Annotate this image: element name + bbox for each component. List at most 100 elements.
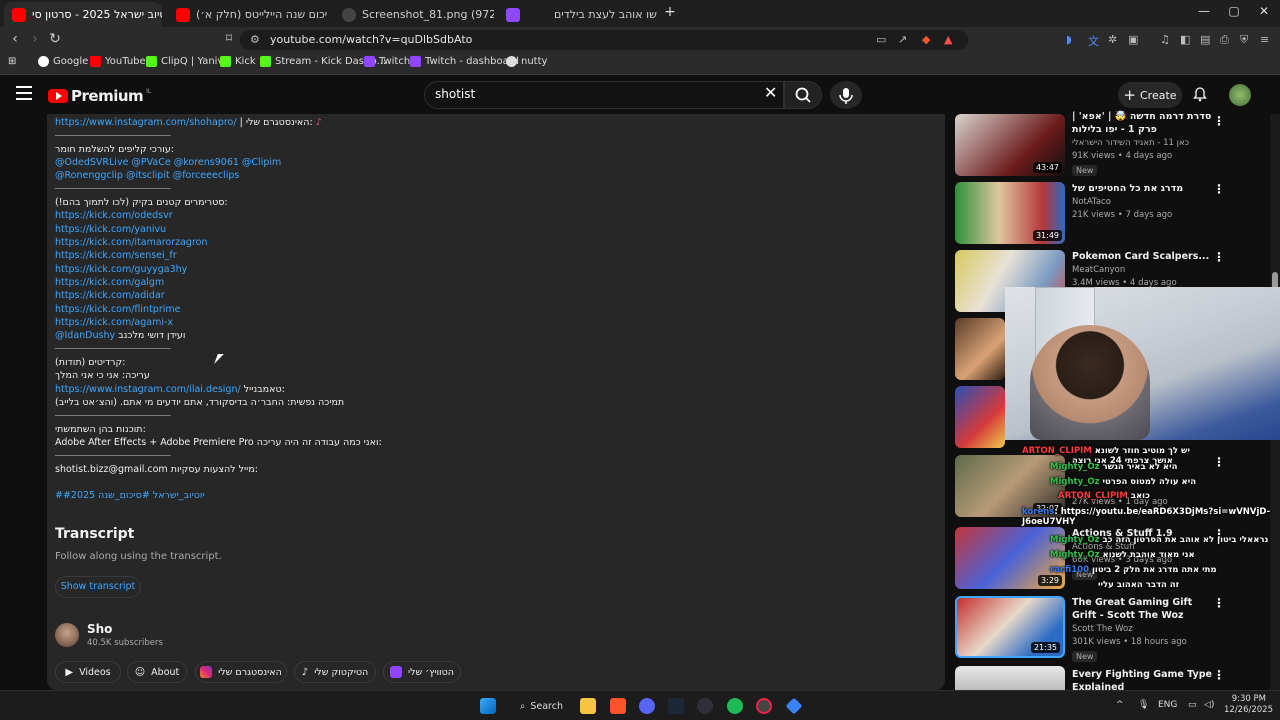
close-window-icon[interactable]: ✕ [1254,4,1274,18]
spotify-icon[interactable] [727,698,743,714]
kick-link[interactable]: https://kick.com/agami-x [55,317,173,329]
discord-icon[interactable] [639,698,655,714]
bookmark-twitch[interactable]: Twitch [364,56,410,67]
tab-youtube-2025[interactable]: יוטיוב ישראל 2025 - סרטון סי ✕ [4,2,162,27]
search-input[interactable] [435,87,735,101]
channel-about-button[interactable]: ☺ About [127,661,187,683]
related-thumbnail[interactable]: 43:47 [955,114,1065,176]
media-icon[interactable]: ♫ [1160,33,1170,46]
bookmark-youtube[interactable]: YouTube [90,56,146,67]
bookmark-google[interactable]: Google [38,56,88,67]
clip-editors-links-1[interactable]: @OdedSVRLive @PVaCe @korens9061 @Clipim [55,157,281,169]
related-thumbnail[interactable]: 3:29 [955,527,1065,589]
related-thumbnail[interactable] [955,666,1065,690]
more-options-icon[interactable]: ⋮ [1213,596,1225,610]
search-button[interactable] [784,81,822,109]
related-channel[interactable]: MeatCanyon [1072,265,1125,275]
more-options-icon[interactable]: ⋮ [1213,668,1225,682]
related-thumbnail[interactable]: 31:49 [955,182,1065,244]
related-title[interactable]: סדרת דרמה חדשה 🤯 | 'אפא' | פרק 1 - יפו ב… [1072,110,1212,136]
wallet-icon[interactable]: ▤ [1200,33,1210,46]
panel-icon[interactable]: ◧ [1180,33,1190,46]
bookmark-clipq[interactable]: ClipQ | Yanivu [146,56,230,67]
bookmark-icon[interactable]: ⌑ [220,31,238,45]
menu-icon[interactable]: ≡ [1260,33,1269,46]
forward-icon[interactable]: › [26,31,44,47]
steam-icon[interactable] [668,698,684,714]
new-tab-icon[interactable]: + [660,4,680,20]
youtube-premium-logo[interactable]: Premium IL [48,87,151,105]
related-title[interactable]: Pokemon Card Scalpers... [1072,250,1212,263]
extension-icon[interactable]: ◗ [1066,33,1072,46]
url-field[interactable]: youtube.com/watch?v=quDlbSdbAto [240,30,968,50]
channel-tiktok-button[interactable]: ♪ הטיקטוק שלי [294,661,376,683]
clear-search-icon[interactable]: ✕ [764,83,777,102]
brave-rewards-icon[interactable]: ▲ [944,33,952,46]
brave-browser-icon[interactable] [610,698,626,714]
language-indicator[interactable]: ENG [1158,700,1177,710]
file-explorer-icon[interactable] [580,698,596,714]
kick-link[interactable]: https://kick.com/adidar [55,290,165,302]
bookmark-kick[interactable]: Kick [220,56,256,67]
related-thumbnail[interactable]: 21:35 [955,596,1065,658]
hamburger-menu-icon[interactable] [16,86,32,104]
kick-link[interactable]: https://kick.com/odedsvr [55,210,173,222]
clip-editors-links-2[interactable]: @Ronenggclip @itsclipit @forceeeclips [55,170,239,182]
microphone-icon[interactable]: 🎙 [1138,700,1149,710]
share-icon[interactable]: ↗ [898,33,907,46]
channel-name[interactable]: Sho [87,622,112,636]
sidebar-icon[interactable]: ▣ [1128,33,1138,46]
related-title[interactable]: מדרג את כל החטיפים של יוטיוברים [1072,182,1212,195]
restore-icon[interactable]: ▢ [1224,4,1244,18]
apps-icon[interactable]: ⊞ [8,56,16,67]
downloads-icon[interactable]: ⎙ [1220,33,1229,47]
app-icon[interactable] [785,697,803,715]
translate-icon[interactable]: 文 [1088,33,1099,49]
related-thumbnail[interactable] [955,386,1005,448]
related-title[interactable]: The Great Gaming Gift Grift - Scott The … [1072,596,1212,622]
taskbar-search-button[interactable]: ⌕ Search [510,696,566,716]
bookmark-twitch-dashboard[interactable]: Twitch - dashboard [410,56,519,67]
voice-search-button[interactable] [830,81,862,109]
kick-link[interactable]: https://kick.com/galgm [55,277,164,289]
more-options-icon[interactable]: ⋮ [1213,182,1225,196]
brave-shield-icon[interactable]: ◆ [922,33,930,46]
kick-link[interactable]: https://kick.com/yanivu [55,224,166,236]
cast-icon[interactable]: ▭ [876,33,886,46]
kick-link[interactable]: https://kick.com/itamarorzagron [55,237,207,249]
app-icon[interactable] [756,698,772,714]
kick-link[interactable]: https://kick.com/sensei_fr [55,250,177,262]
volume-icon[interactable]: ◁) [1204,700,1214,710]
network-icon[interactable]: ▭ [1188,700,1197,710]
idan-handle-link[interactable]: @IdanDushy [55,330,115,341]
show-transcript-button[interactable]: Show transcript [55,576,141,598]
reload-icon[interactable]: ↻ [46,31,64,47]
tray-expand-icon[interactable]: ^ [1116,700,1124,710]
notifications-bell-icon[interactable] [1192,86,1208,106]
back-icon[interactable]: ‹ [6,31,24,47]
tab-highlights[interactable]: סיכום שנה היילייטס (חלק א׳) - YouTube [168,2,328,27]
tab-screenshot[interactable]: Screenshot_81.png (972×365) [334,2,494,27]
kick-link[interactable]: https://kick.com/flintprime [55,304,180,316]
channel-videos-button[interactable]: ▶ Videos [55,661,121,683]
extensions-icon[interactable]: ✲ [1108,33,1117,46]
windows-start-icon[interactable] [480,698,496,714]
related-thumbnail[interactable] [955,318,1005,380]
channel-instagram-button[interactable]: האינסטגרם שלי [195,661,287,683]
more-options-icon[interactable]: ⋮ [1213,250,1225,264]
instagram-link[interactable]: https://www.instagram.com/shohapro/ [55,117,237,128]
related-channel[interactable]: כאן 11 - תאגיד השידור הישראלי [1072,138,1189,148]
related-channel[interactable]: Scott The Woz [1072,624,1133,634]
thumbnail-artist-link[interactable]: https://www.instagram.com/ilai.design/ [55,384,241,395]
hashtags[interactable]: #יוטיוב_ישראל #סיכום_שנה #2025 [55,490,205,502]
obs-icon[interactable] [697,698,713,714]
bookmark-nutty[interactable]: nutty [506,56,547,67]
channel-twitch-button[interactable]: הטוויץ׳ שלי [383,661,461,683]
kick-link[interactable]: https://kick.com/guyyga3hy [55,264,187,276]
tab-twitch[interactable]: שו אוהב לעצת בילדים - Twitch [498,2,658,27]
related-channel[interactable]: NotATaco [1072,197,1111,207]
vpn-icon[interactable]: ⛨ [1240,33,1248,47]
create-button[interactable]: + Create [1118,82,1182,108]
channel-avatar[interactable] [55,623,79,647]
clock[interactable]: 9:30 PM 12/26/2025 [1224,694,1273,716]
